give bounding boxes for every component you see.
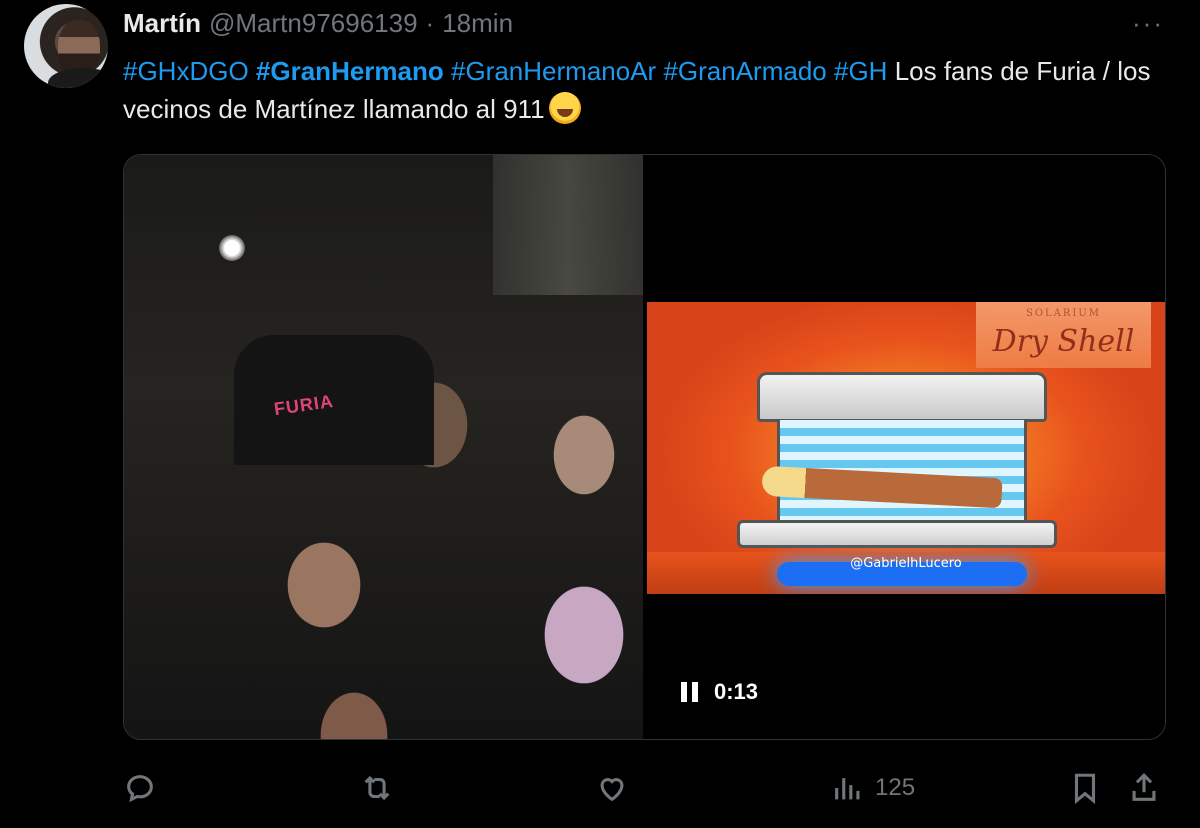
rofl-emoji-icon xyxy=(548,92,581,124)
hashtag-gh[interactable]: #GH xyxy=(834,56,887,86)
share-icon xyxy=(1132,773,1156,801)
video-brand: SOLARIUM Dry Shell xyxy=(976,302,1151,368)
tweet-text: #GHxDGO #GranHermano #GranHermanoAr #Gra… xyxy=(123,52,1183,128)
video-controls: 0:13 xyxy=(681,679,758,705)
pause-icon[interactable] xyxy=(681,682,698,702)
avatar-shoulder xyxy=(48,68,108,88)
video-credit: @GabrielhLucero xyxy=(850,556,962,571)
author-name[interactable]: Martín xyxy=(123,8,201,39)
photo-wall xyxy=(493,155,643,295)
views-button[interactable]: 125 xyxy=(831,771,915,805)
more-icon[interactable]: ··· xyxy=(1132,8,1164,38)
video-time: 0:13 xyxy=(714,679,759,704)
post-time[interactable]: 18min xyxy=(442,8,513,39)
like-button[interactable] xyxy=(595,771,629,805)
tanning-bed-base xyxy=(737,520,1057,548)
retweet-button[interactable] xyxy=(360,771,394,805)
video-brand-small: SOLARIUM xyxy=(1025,308,1102,319)
tanning-bed-lid xyxy=(757,372,1047,422)
action-bar: 125 xyxy=(123,765,1168,813)
video-frame: SOLARIUM Dry Shell @GabrielhLucero xyxy=(647,302,1165,594)
hashtag-granhermano[interactable]: #GranHermano xyxy=(256,56,444,86)
separator-dot: · xyxy=(425,7,435,38)
retweet-icon xyxy=(364,775,390,801)
crowd-photo[interactable]: FURIA xyxy=(124,155,643,739)
author-handle[interactable]: @Martn97696139 xyxy=(209,8,418,39)
share-button[interactable] xyxy=(1127,771,1161,805)
hashtag-granarmado[interactable]: #GranArmado xyxy=(663,56,826,86)
video-player[interactable]: SOLARIUM Dry Shell @GabrielhLucero 0:13 xyxy=(643,155,1165,739)
views-count: 125 xyxy=(875,774,916,801)
media-grid: FURIA SOLARIUM Dry Shell @GabrielhLucero… xyxy=(123,154,1166,740)
reply-icon xyxy=(127,775,153,803)
tweet-header: Martín @Martn97696139 · 18min xyxy=(123,6,513,40)
reply-button[interactable] xyxy=(123,771,157,805)
bookmark-icon xyxy=(1074,773,1096,805)
hashtag-ghxdgo[interactable]: #GHxDGO xyxy=(123,56,249,86)
like-icon xyxy=(600,778,624,802)
hashtag-granhermanoar[interactable]: #GranHermanoAr xyxy=(451,56,656,86)
avatar[interactable] xyxy=(24,4,108,88)
views-icon xyxy=(835,778,860,800)
video-brand-name: Dry Shell xyxy=(992,324,1135,359)
bookmark-button[interactable] xyxy=(1068,771,1102,805)
street-lamp xyxy=(219,235,245,261)
tweet: Martín @Martn97696139 · 18min ··· #GHxDG… xyxy=(0,0,1200,828)
photo-shirt xyxy=(234,335,434,465)
